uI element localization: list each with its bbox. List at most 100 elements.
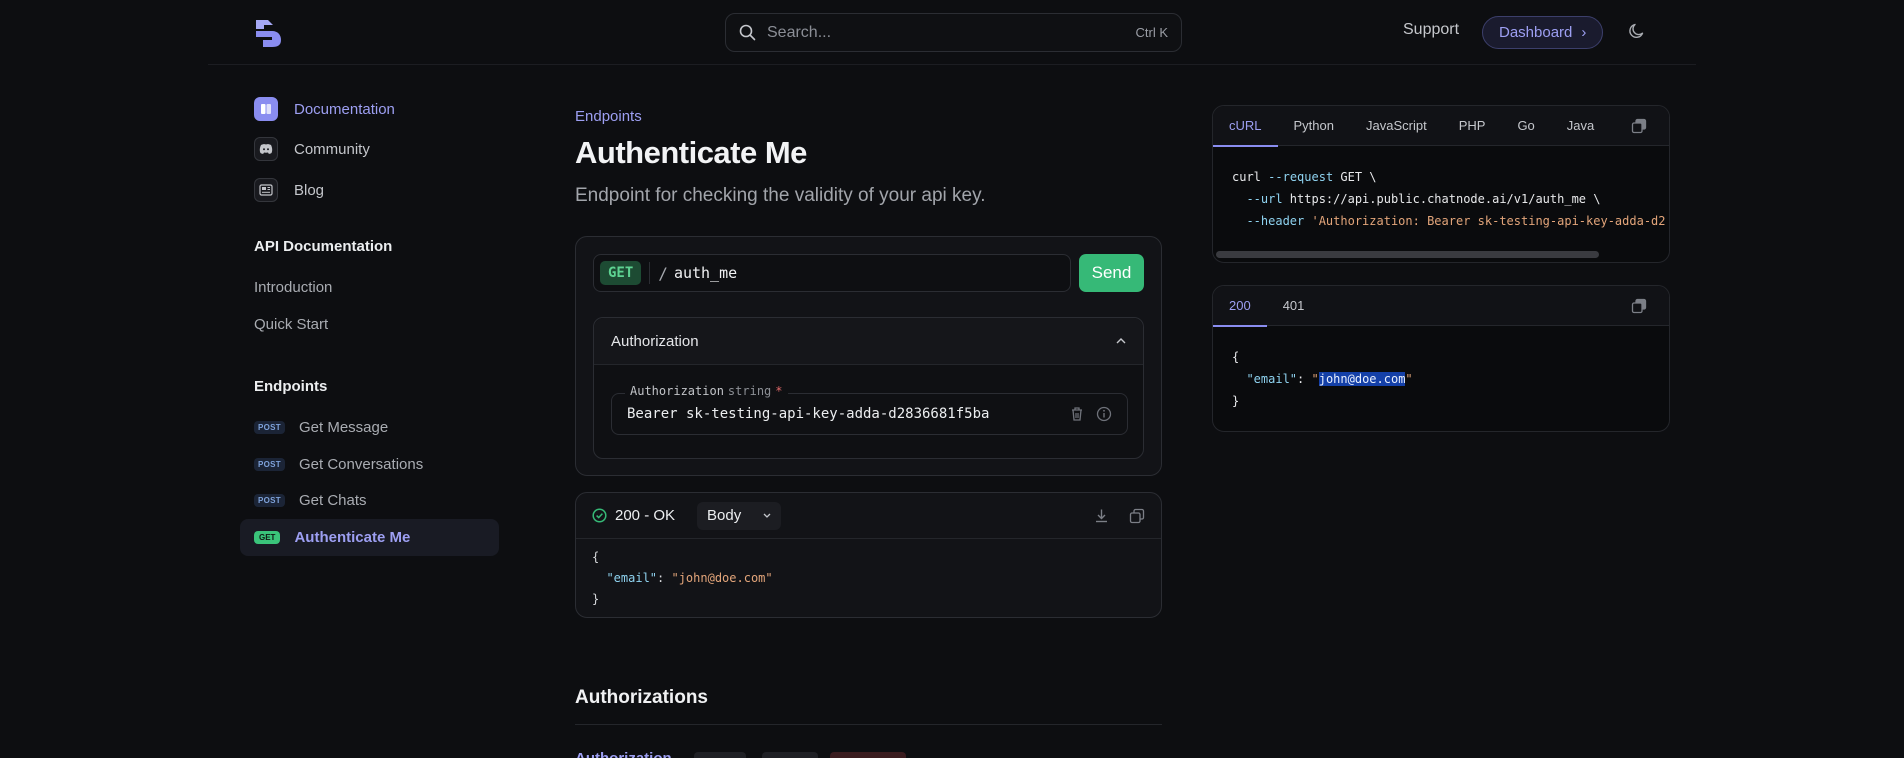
sidebar-item-blog[interactable]: Blog: [254, 178, 324, 202]
authorization-input[interactable]: Authorization string * Bearer sk-testing-a…: [611, 384, 1128, 435]
divider: [575, 724, 1162, 725]
code-token: https://api.public.chatnode.ai/v1/auth_m…: [1282, 192, 1601, 206]
send-button[interactable]: Send: [1079, 254, 1144, 292]
code-token: "email": [606, 571, 658, 585]
info-icon[interactable]: [1096, 406, 1112, 422]
chevron-up-icon[interactable]: [1116, 338, 1126, 344]
dashboard-button[interactable]: Dashboard ›: [1482, 16, 1604, 49]
required-marker: *: [775, 384, 783, 398]
sidebar-item-label: Get Conversations: [298, 456, 424, 473]
discord-icon: [254, 137, 278, 161]
url-slash: /: [658, 263, 668, 283]
sidebar-item-label: Authenticate Me: [294, 529, 411, 546]
moon-icon[interactable]: [1628, 22, 1646, 40]
authorization-header[interactable]: Authorization: [594, 318, 1143, 365]
url-path: auth_me: [673, 264, 738, 282]
trash-icon[interactable]: [1070, 406, 1084, 422]
request-playground: GET / auth_me Send Authorization Authori…: [575, 236, 1162, 476]
authorization-param-name: Authorization: [575, 750, 672, 758]
url-field[interactable]: GET / auth_me: [593, 254, 1071, 292]
method-chip: GET: [600, 261, 642, 285]
param-type-chip: [694, 752, 746, 758]
response-status: 200 - OK: [615, 507, 676, 524]
method-badge: POST: [254, 458, 285, 471]
tab-200[interactable]: 200: [1213, 286, 1267, 327]
code-token: ": [1405, 372, 1413, 386]
field-name: Authorization: [630, 384, 724, 398]
book-icon: [254, 97, 278, 121]
sidebar-item-community[interactable]: Community: [254, 137, 370, 161]
support-link[interactable]: Support: [1403, 21, 1459, 39]
method-badge: POST: [254, 421, 285, 434]
tab-curl[interactable]: cURL: [1213, 106, 1278, 147]
sidebar-item-get-conversations[interactable]: POST Get Conversations: [240, 446, 499, 483]
response-view-select[interactable]: Body: [697, 501, 782, 530]
copy-icon[interactable]: [1631, 298, 1647, 314]
chevron-right-icon: ›: [1581, 24, 1587, 41]
code-token: {: [1232, 350, 1240, 364]
code-token: }: [592, 592, 600, 606]
method-badge: POST: [254, 494, 285, 507]
divider: [649, 262, 651, 284]
newspaper-icon: [254, 178, 278, 202]
copy-icon[interactable]: [1129, 508, 1145, 524]
response-example: { "email": "john@doe.com" }: [1213, 326, 1669, 431]
param-location-chip: [762, 752, 818, 758]
search-input[interactable]: Search... Ctrl K: [725, 13, 1182, 52]
authorization-value[interactable]: Bearer sk-testing-api-key-adda-d2836681f…: [627, 406, 1070, 422]
tab-php[interactable]: PHP: [1443, 106, 1502, 146]
code-token: "email": [1246, 372, 1298, 386]
page-subtitle: Endpoint for checking the validity of yo…: [575, 185, 986, 206]
authorizations-heading: Authorizations: [575, 687, 708, 708]
code-token: 'Authorization: Bearer sk-testing-api-ke…: [1311, 214, 1666, 228]
selected-text: john@doe.com: [1318, 372, 1406, 386]
check-circle-icon: [592, 508, 607, 523]
sidebar-item-authenticate-me[interactable]: GET Authenticate Me: [240, 519, 499, 556]
chevron-down-icon: [763, 513, 771, 518]
tab-java[interactable]: Java: [1551, 106, 1610, 146]
response-actions: [1094, 508, 1145, 524]
download-icon[interactable]: [1094, 508, 1109, 523]
sidebar-heading-endpoints: Endpoints: [254, 378, 328, 395]
code-token: --header: [1246, 214, 1305, 228]
search-icon: [739, 24, 756, 41]
code-token: ": [1311, 372, 1319, 386]
code-token: :: [1297, 372, 1312, 386]
code-token: GET \: [1333, 170, 1377, 184]
code-token: {: [592, 550, 600, 564]
tab-401[interactable]: 401: [1267, 286, 1321, 326]
sidebar-item-label: Get Message: [298, 419, 389, 436]
sidebar-item-label: Documentation: [294, 100, 395, 118]
authorization-section: Authorization Authorization string * Beare…: [593, 317, 1144, 459]
tab-javascript[interactable]: JavaScript: [1350, 106, 1443, 146]
code-token: :: [657, 571, 672, 585]
code-sample: curl --request GET \ --url https://api.p…: [1213, 146, 1669, 252]
status-tabs: 200 401: [1213, 286, 1669, 327]
breadcrumb[interactable]: Endpoints: [575, 108, 642, 125]
tab-python[interactable]: Python: [1278, 106, 1350, 146]
method-badge: GET: [254, 531, 281, 544]
sidebar-item-introduction[interactable]: Introduction: [254, 279, 332, 296]
code-sample-panel: cURL Python JavaScript PHP Go Java curl …: [1212, 105, 1670, 263]
language-tabs: cURL Python JavaScript PHP Go Java: [1213, 106, 1669, 147]
horizontal-scrollbar[interactable]: [1216, 251, 1599, 258]
sidebar-item-quick-start[interactable]: Quick Start: [254, 316, 328, 333]
authorization-field-label: Authorization string *: [625, 384, 788, 398]
code-token: curl: [1232, 170, 1261, 184]
response-body: { "email": "john@doe.com" }: [576, 539, 1161, 618]
code-token: --request: [1268, 170, 1334, 184]
copy-icon[interactable]: [1631, 118, 1647, 134]
field-actions: [1070, 406, 1112, 422]
sidebar-item-get-message[interactable]: POST Get Message: [240, 409, 499, 446]
tab-go[interactable]: Go: [1501, 106, 1550, 146]
sidebar-item-get-chats[interactable]: POST Get Chats: [240, 482, 499, 519]
sidebar-item-documentation[interactable]: Documentation: [254, 97, 395, 121]
search-shortcut: Ctrl K: [1135, 25, 1169, 40]
code-token: "john@doe.com": [671, 571, 773, 585]
code-token: }: [1232, 394, 1240, 408]
sidebar-item-label: Blog: [294, 181, 325, 199]
logo-icon[interactable]: [254, 18, 282, 48]
select-value: Body: [707, 507, 742, 524]
search-placeholder: Search...: [767, 23, 832, 41]
sidebar-heading-api: API Documentation: [254, 238, 393, 255]
